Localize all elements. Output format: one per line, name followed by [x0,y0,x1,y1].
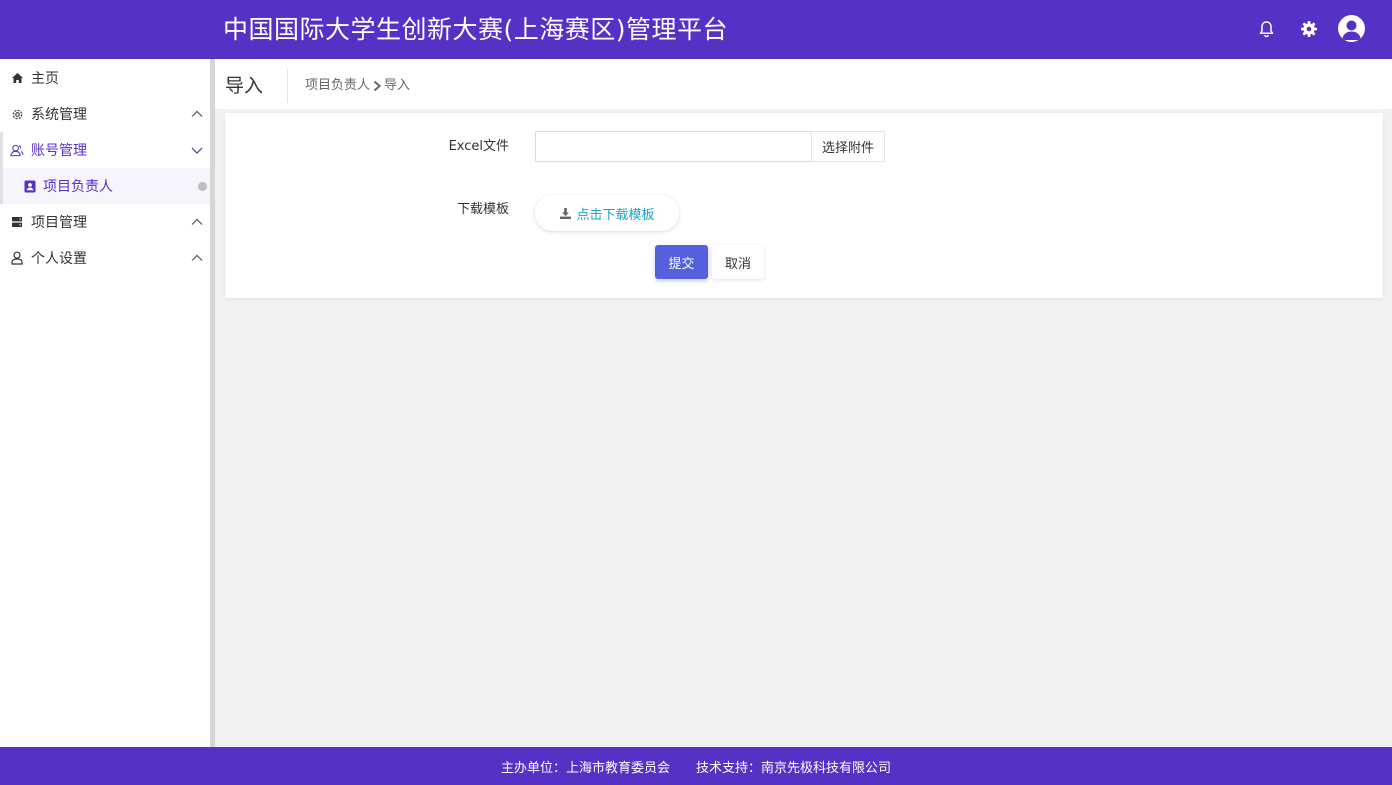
download-icon [559,207,572,220]
page-header: 导入 项目负责人 导入 [215,59,1392,109]
submit-button[interactable]: 提交 [655,245,708,279]
chevron-up-icon [191,110,203,117]
download-template-label: 下载模板 [456,202,509,217]
bell-icon[interactable] [1254,17,1278,41]
footer-tech-support: 技术支持：南京先极科技有限公司 [696,760,892,776]
sidebar-item-label: 个人设置 [31,251,87,267]
sidebar-item-label: 主页 [31,71,59,87]
footer-organizer: 主办单位：上海市教育委员会 [500,760,670,776]
header-divider [287,69,288,103]
excel-file-input[interactable] [535,131,812,162]
contact-card-icon [23,179,37,193]
sidebar-item-system[interactable]: 系统管理 [0,96,210,132]
sidebar-item-accounts[interactable]: 账号管理 [0,132,210,168]
excel-file-label: Excel文件 [448,139,509,154]
cancel-button[interactable]: 取消 [712,245,764,279]
avatar-icon[interactable] [1338,15,1365,42]
gear-outline-icon [10,107,24,121]
chevron-down-icon [191,147,203,154]
app-title: 中国国际大学生创新大赛(上海赛区)管理平台 [223,15,729,44]
gear-icon[interactable] [1297,17,1321,41]
sidebar-item-label: 项目负责人 [43,179,113,195]
sidebar-item-label: 项目管理 [31,215,87,231]
sidebar-item-label: 系统管理 [31,107,87,123]
sidebar-item-home[interactable]: 主页 [0,60,210,96]
sidebar-item-label: 账号管理 [31,143,87,159]
home-icon [10,71,24,85]
sidebar-item-projects[interactable]: 项目管理 [0,204,210,240]
choose-attachment-button[interactable]: 选择附件 [811,131,885,162]
breadcrumb-item-current: 导入 [384,78,411,93]
download-template-link-text: 点击下载模板 [576,207,655,223]
user-icon [10,251,24,265]
chevron-right-icon [371,79,383,93]
top-header: 中国国际大学生创新大赛(上海赛区)管理平台 [0,0,1392,59]
server-icon [10,215,24,229]
footer: 主办单位：上海市教育委员会 技术支持：南京先极科技有限公司 [0,747,1392,785]
sidebar: 主页 系统管理 账号管理 项目负责人 项目管理 个人设置 [0,59,210,747]
import-form-card: Excel文件 选择附件 下载模板 点击下载模板 提交 取消 [225,113,1383,298]
breadcrumb-item-parent[interactable]: 项目负责人 [305,76,370,96]
download-template-button[interactable]: 点击下载模板 [535,195,679,231]
sidebar-item-personal-settings[interactable]: 个人设置 [0,240,210,276]
breadcrumb: 项目负责人 导入 [305,76,410,96]
main-content: 导入 项目负责人 导入 Excel文件 选择附件 下载模板 点击下载模板 提交 … [215,59,1392,747]
page-title: 导入 [225,75,264,97]
chevron-up-icon [191,254,203,261]
active-indicator-dot [198,182,207,191]
users-icon [10,143,24,157]
chevron-up-icon [191,218,203,225]
sidebar-item-project-leader[interactable]: 项目负责人 [0,168,210,204]
